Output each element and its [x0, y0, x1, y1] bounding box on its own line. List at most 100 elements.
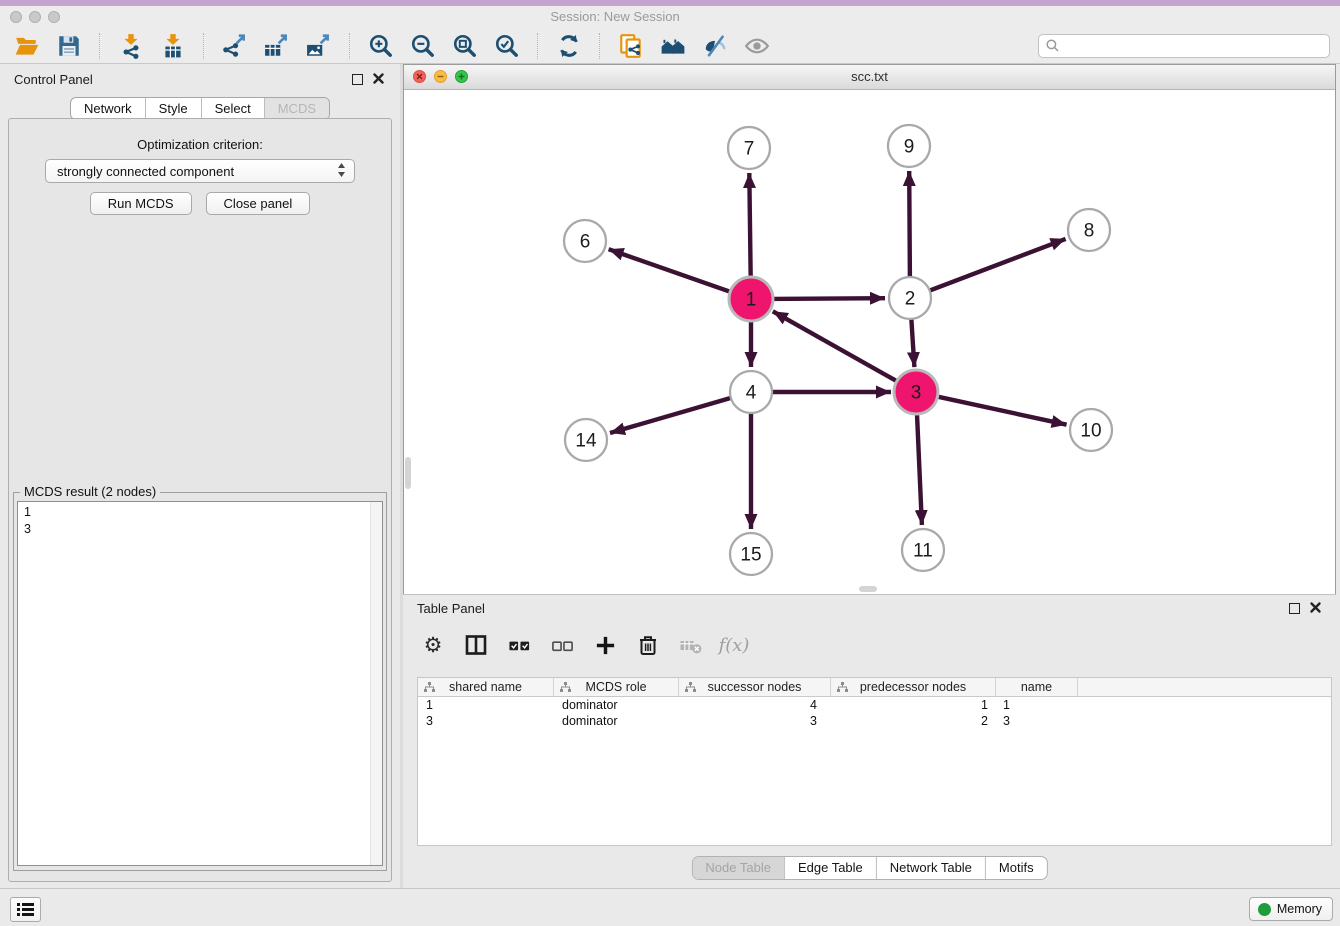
add-column-icon[interactable] [591, 631, 619, 659]
edge-1-2[interactable] [771, 298, 885, 299]
table-row[interactable]: 1dominator411 [418, 697, 1331, 713]
node-label: 15 [740, 545, 761, 566]
network-window: scc.txt 7968124314101511 [403, 64, 1336, 594]
show-eye-icon[interactable] [739, 30, 775, 62]
tab-network[interactable]: Network [71, 98, 145, 119]
cell-name[interactable]: 3 [996, 713, 1078, 729]
node-label: 10 [1080, 421, 1101, 442]
export-network-icon[interactable] [217, 30, 253, 62]
select-all-icon[interactable] [505, 631, 533, 659]
edge-2-9[interactable] [909, 171, 910, 278]
memory-label: Memory [1277, 902, 1322, 916]
column-header-MCDS-role[interactable]: MCDS role [554, 678, 679, 696]
canvas-vscroll-handle[interactable] [405, 457, 411, 489]
zoom-fit-icon[interactable] [447, 30, 483, 62]
network-canvas[interactable]: 7968124314101511 [404, 90, 1335, 594]
main-toolbar [0, 28, 1340, 64]
mcds-panel: Optimization criterion: strongly connect… [8, 118, 392, 882]
column-header-name[interactable]: name [996, 678, 1078, 696]
cell-shared-name[interactable]: 1 [418, 697, 554, 713]
cell-predecessor-nodes[interactable]: 1 [831, 697, 996, 713]
table-panel-float-icon[interactable] [1289, 603, 1300, 614]
cell-MCDS-role[interactable]: dominator [554, 697, 679, 713]
network-graph[interactable]: 7968124314101511 [404, 90, 1335, 594]
network-minimize-icon[interactable] [434, 70, 447, 83]
zoom-in-icon[interactable] [363, 30, 399, 62]
criterion-select[interactable]: strongly connected component [45, 159, 355, 183]
edge-1-6[interactable] [609, 249, 733, 292]
column-header-shared-name[interactable]: shared name [418, 678, 554, 696]
network-maximize-icon[interactable] [455, 70, 468, 83]
toolbar-separator [203, 33, 205, 59]
import-network-icon[interactable] [113, 30, 149, 62]
tab-style[interactable]: Style [145, 98, 201, 119]
edge-3-11[interactable] [917, 412, 922, 525]
canvas-hscroll-handle[interactable] [859, 586, 877, 592]
table-settings-icon[interactable]: ⚙ [419, 631, 447, 659]
table-panel-close-icon[interactable] [1309, 601, 1322, 614]
column-header-filler [1078, 678, 1331, 696]
table-header-row: shared nameMCDS rolesuccessor nodesprede… [418, 678, 1331, 697]
edge-2-3[interactable] [911, 318, 914, 367]
import-table-icon[interactable] [155, 30, 191, 62]
list-icon [17, 902, 34, 917]
status-bar: Memory [0, 888, 1340, 926]
table-panel: Table Panel ⚙f(x) shared nameMCDS rolesu… [403, 594, 1336, 888]
zoom-out-icon[interactable] [405, 30, 441, 62]
edge-4-14[interactable] [610, 398, 732, 433]
function-builder-icon[interactable]: f(x) [720, 631, 748, 659]
deselect-all-icon[interactable] [548, 631, 576, 659]
node-label: 9 [904, 137, 915, 158]
tab-node-table[interactable]: Node Table [692, 857, 784, 879]
export-table-icon[interactable] [259, 30, 295, 62]
tree-icon [424, 682, 435, 693]
refresh-icon[interactable] [551, 30, 587, 62]
network-close-icon[interactable] [413, 70, 426, 83]
save-session-icon[interactable] [51, 30, 87, 62]
cell-name[interactable]: 1 [996, 697, 1078, 713]
control-panel-float-icon[interactable] [352, 74, 363, 85]
close-panel-button[interactable]: Close panel [206, 192, 311, 215]
node-label: 8 [1084, 221, 1095, 242]
delete-rows-icon[interactable] [634, 631, 662, 659]
node-label: 1 [746, 290, 757, 311]
tab-select[interactable]: Select [201, 98, 264, 119]
tab-mcds[interactable]: MCDS [264, 98, 329, 119]
memory-button[interactable]: Memory [1249, 897, 1333, 921]
tab-motifs[interactable]: Motifs [985, 857, 1047, 879]
hide-panel-icon[interactable] [697, 30, 733, 62]
split-view-icon[interactable] [462, 631, 490, 659]
edge-3-1[interactable] [773, 311, 899, 382]
cell-successor-nodes[interactable]: 4 [679, 697, 831, 713]
cell-MCDS-role[interactable]: dominator [554, 713, 679, 729]
node-label: 3 [911, 383, 922, 404]
edge-2-8[interactable] [929, 239, 1066, 291]
column-header-successor-nodes[interactable]: successor nodes [679, 678, 831, 696]
cell-successor-nodes[interactable]: 3 [679, 713, 831, 729]
tab-network-table[interactable]: Network Table [876, 857, 985, 879]
column-header-predecessor-nodes[interactable]: predecessor nodes [831, 678, 996, 696]
tab-edge-table[interactable]: Edge Table [784, 857, 876, 879]
clone-network-icon[interactable] [613, 30, 649, 62]
edge-1-7[interactable] [749, 173, 750, 279]
delete-table-icon[interactable] [677, 631, 705, 659]
search-input[interactable] [1064, 35, 1329, 57]
node-label: 4 [746, 383, 757, 404]
export-image-icon[interactable] [301, 30, 337, 62]
mcds-result-box[interactable]: 1 3 [17, 501, 383, 866]
cell-predecessor-nodes[interactable]: 2 [831, 713, 996, 729]
control-panel-close-icon[interactable] [372, 72, 385, 85]
table-row[interactable]: 3dominator323 [418, 713, 1331, 729]
run-mcds-button[interactable]: Run MCDS [90, 192, 192, 215]
edge-3-10[interactable] [936, 396, 1067, 425]
node-label: 2 [905, 289, 916, 310]
tree-icon [685, 682, 696, 693]
open-session-icon[interactable] [9, 30, 45, 62]
zoom-selected-icon[interactable] [489, 30, 525, 62]
network-window-titlebar: scc.txt [404, 65, 1335, 90]
node-table: shared nameMCDS rolesuccessor nodesprede… [417, 677, 1332, 846]
home-icon[interactable] [655, 30, 691, 62]
cell-shared-name[interactable]: 3 [418, 713, 554, 729]
result-scrollbar[interactable] [370, 502, 382, 865]
panel-list-button[interactable] [10, 897, 41, 922]
